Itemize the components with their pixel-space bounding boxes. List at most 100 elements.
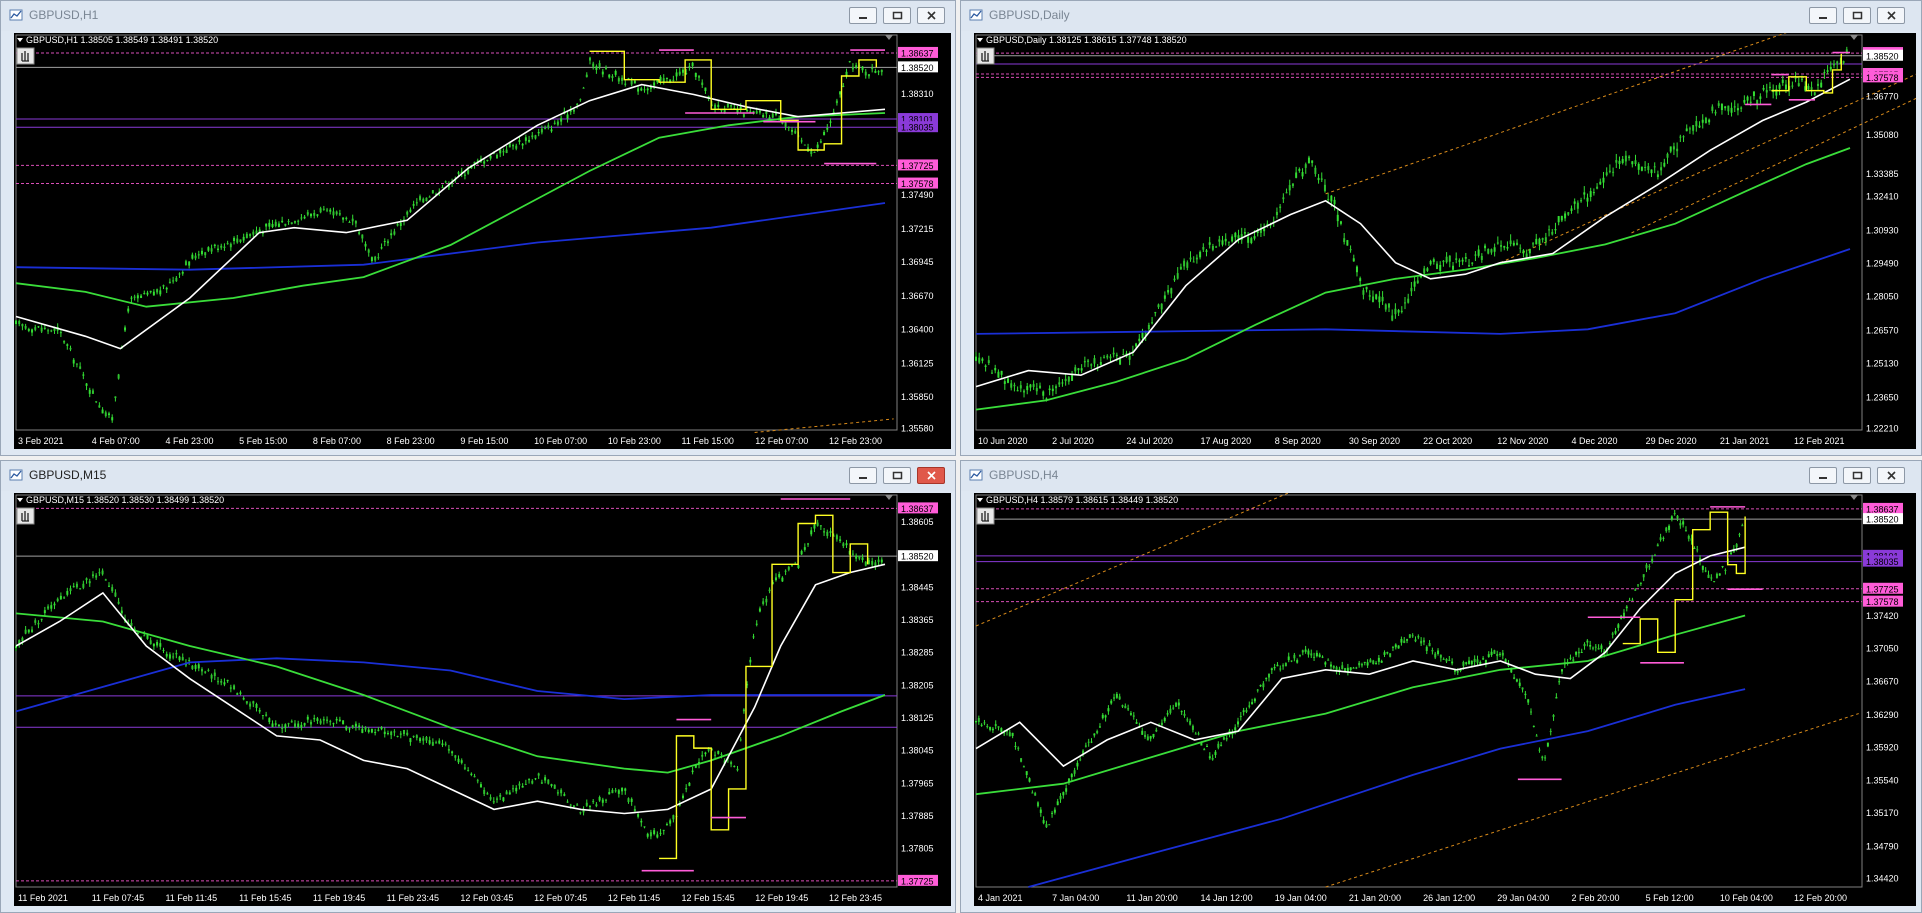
candle-body — [175, 653, 178, 655]
candle — [1333, 196, 1336, 211]
chart-window-daily[interactable]: GBPUSD,Daily 1.386371.385201.377251.3757… — [960, 0, 1922, 456]
chart-window-icon — [9, 9, 23, 21]
candle — [1549, 728, 1552, 736]
candle — [114, 589, 117, 598]
candle-body — [1079, 759, 1082, 761]
candle-body — [665, 77, 668, 79]
candle-body — [861, 557, 864, 560]
candle-body — [207, 669, 210, 671]
candle — [1270, 667, 1273, 674]
price-chart[interactable]: 1.386371.385201.381011.380351.377251.375… — [974, 493, 1916, 906]
candle-body — [845, 543, 848, 546]
close-button[interactable] — [917, 467, 945, 484]
window-titlebar[interactable]: GBPUSD,Daily — [961, 1, 1921, 31]
candle — [329, 719, 332, 726]
candle — [1372, 659, 1375, 665]
candle-body — [1375, 294, 1378, 299]
candle — [130, 295, 133, 303]
candle — [762, 598, 765, 606]
candle — [213, 669, 216, 681]
candle — [1659, 533, 1662, 542]
candle — [1259, 223, 1262, 238]
minimize-button[interactable] — [849, 467, 877, 484]
minimize-button[interactable] — [1809, 467, 1837, 484]
window-titlebar[interactable]: GBPUSD,M15 — [1, 461, 955, 491]
candle-body — [431, 742, 434, 746]
close-button[interactable] — [1877, 7, 1905, 24]
minimize-button[interactable] — [849, 7, 877, 24]
chart-window-h4[interactable]: GBPUSD,H4 1.386371.385201.381011.380351.… — [960, 460, 1922, 913]
candle — [861, 65, 864, 73]
x-axis-label: 26 Jan 12:00 — [1423, 893, 1475, 903]
candle-body — [1372, 660, 1375, 665]
maximize-button[interactable] — [1843, 467, 1871, 484]
candle-body — [1477, 249, 1480, 256]
candle — [303, 214, 306, 220]
window-title: GBPUSD,M15 — [29, 468, 107, 482]
candle-body — [1138, 338, 1141, 342]
chart-window-h1[interactable]: GBPUSD,H1 1.38637 1.38520 1.38310 1.38101 1.… — [0, 0, 956, 456]
candle-body — [698, 76, 701, 78]
candle-body — [255, 703, 258, 708]
candle — [245, 701, 248, 705]
price-chart[interactable]: 1.38637 1.38605 1.38520 1.38445 1.38365 1.382… — [14, 493, 951, 906]
candle — [1573, 198, 1576, 210]
candle — [531, 779, 534, 785]
candle-body — [313, 212, 316, 216]
candle-body — [588, 805, 591, 808]
candle-body — [1104, 715, 1107, 718]
price-chart[interactable]: 1.386371.385201.377251.375781.367701.350… — [974, 33, 1916, 449]
candle-body — [495, 154, 498, 159]
candle — [592, 798, 595, 804]
candle — [1684, 526, 1687, 532]
close-button[interactable] — [1877, 467, 1905, 484]
candle-body — [1270, 668, 1273, 671]
candle-body — [210, 248, 213, 252]
candle — [1090, 363, 1093, 370]
candle — [502, 148, 505, 156]
candle-body — [1826, 70, 1829, 72]
candle-body — [428, 196, 431, 198]
candle — [1687, 534, 1690, 542]
candle-body — [1290, 660, 1293, 662]
candle — [1315, 650, 1318, 658]
window-titlebar[interactable]: GBPUSD,H4 — [961, 461, 1921, 491]
candle-body — [287, 220, 290, 222]
candle — [1321, 655, 1324, 659]
candle-body — [380, 727, 383, 730]
candle — [1704, 567, 1707, 573]
candle — [85, 577, 88, 584]
candle-body — [310, 213, 313, 217]
candle — [1414, 636, 1417, 643]
candle — [1596, 183, 1599, 190]
close-button[interactable] — [917, 7, 945, 24]
candle-body — [133, 296, 136, 298]
candle-body — [1407, 298, 1410, 303]
maximize-button[interactable] — [1843, 7, 1871, 24]
chart-window-m15[interactable]: GBPUSD,M15 1.38637 1.38605 1.38520 1.38445 1… — [0, 460, 956, 913]
candle-body — [1284, 663, 1287, 667]
candle — [880, 557, 883, 565]
candle-body — [1580, 200, 1583, 202]
candle-body — [1341, 665, 1344, 670]
candle — [59, 592, 62, 601]
x-axis-label: 19 Jan 04:00 — [1275, 893, 1327, 903]
candle — [1628, 597, 1631, 601]
candle — [1538, 747, 1541, 753]
candle — [1496, 236, 1499, 245]
window-titlebar[interactable]: GBPUSD,H1 — [1, 1, 955, 31]
candle-body — [816, 522, 819, 526]
maximize-button[interactable] — [883, 7, 911, 24]
candle-body — [1624, 155, 1627, 162]
maximize-button[interactable] — [883, 467, 911, 484]
candle-body — [1059, 795, 1062, 800]
candle — [342, 217, 345, 223]
x-axis-label: 8 Sep 2020 — [1275, 436, 1321, 446]
candle-body — [662, 829, 665, 831]
candle — [419, 737, 422, 744]
candle — [1115, 692, 1118, 699]
candle — [188, 657, 191, 665]
candle — [287, 722, 290, 728]
price-chart[interactable]: 1.38637 1.38520 1.38310 1.38101 1.38035 1.377… — [14, 33, 951, 449]
minimize-button[interactable] — [1809, 7, 1837, 24]
